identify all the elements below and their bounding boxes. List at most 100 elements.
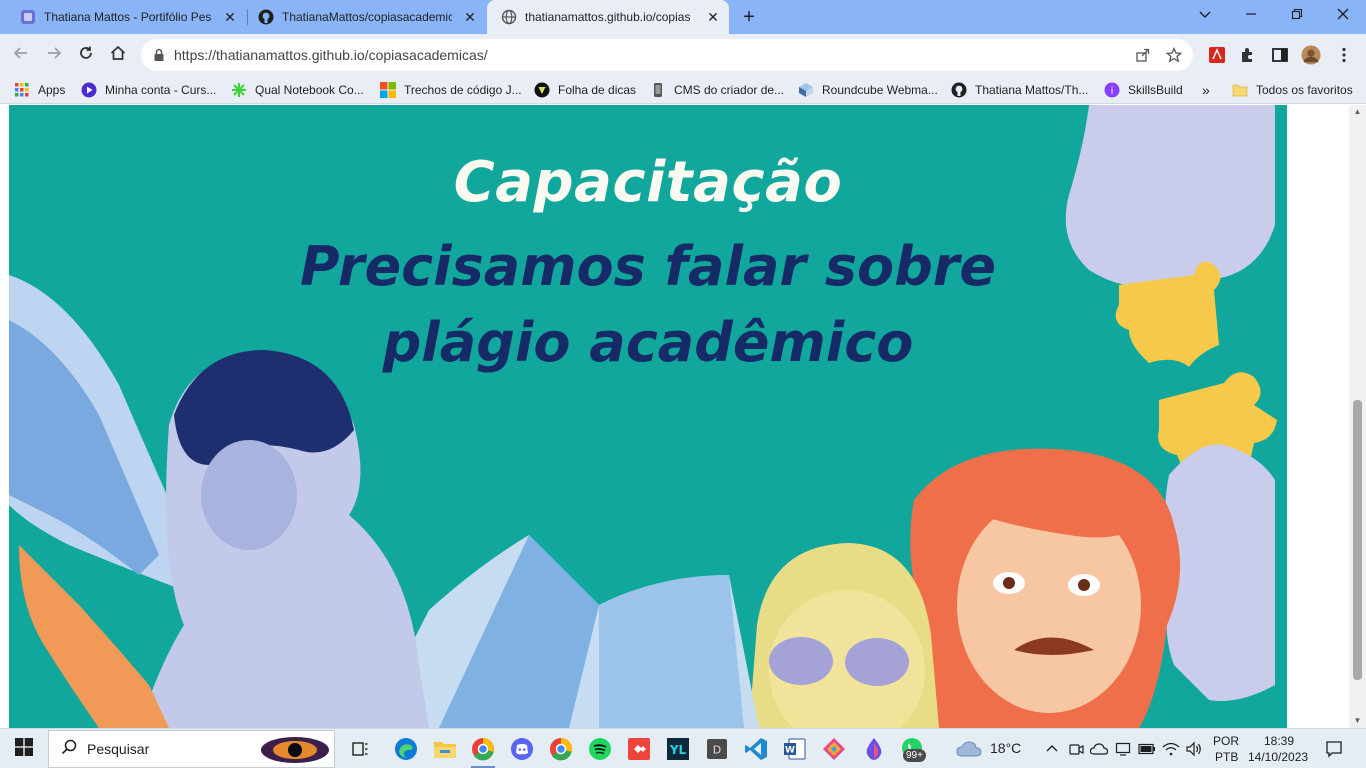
back-button[interactable] xyxy=(8,42,34,68)
address-bar[interactable]: https://thatianamattos.github.io/copiasa… xyxy=(141,39,1193,71)
extensions-puzzle-icon[interactable] xyxy=(1238,45,1258,65)
notifications-icon[interactable] xyxy=(1320,735,1348,763)
cube-icon xyxy=(798,82,814,98)
input-language-bottom[interactable]: PTB xyxy=(1215,750,1238,764)
windows-grid-icon xyxy=(380,82,396,98)
clock-date[interactable]: 14/10/2023 xyxy=(1248,750,1308,764)
file-explorer-icon[interactable] xyxy=(431,735,459,763)
bookmark-roundcube[interactable]: Roundcube Webma... xyxy=(798,82,938,98)
bookmark-star-icon[interactable] xyxy=(1165,46,1183,65)
folder-icon xyxy=(1232,82,1248,98)
portfolio-favicon-icon xyxy=(20,9,36,25)
browser-menu-icon[interactable] xyxy=(1334,45,1354,65)
volume-icon[interactable] xyxy=(1180,735,1208,763)
new-tab-button[interactable]: + xyxy=(737,5,761,29)
yl-app-icon[interactable]: YL xyxy=(664,735,692,763)
tab-portfolio[interactable]: Thatiana Mattos - Portifólio Pes ✕ xyxy=(6,0,246,34)
d-app-icon[interactable]: D xyxy=(703,735,731,763)
svg-text:W: W xyxy=(785,746,795,756)
minimize-button[interactable] xyxy=(1228,0,1274,30)
bookmark-minha-conta[interactable]: Minha conta - Curs... xyxy=(81,82,216,98)
banner-kicker: Capacitação xyxy=(453,150,843,215)
lock-icon[interactable] xyxy=(152,48,166,62)
reload-button[interactable] xyxy=(73,42,99,68)
clock-time[interactable]: 18:39 xyxy=(1264,734,1294,748)
arrow-left-icon xyxy=(13,45,29,66)
task-view-icon[interactable] xyxy=(346,735,374,763)
home-button[interactable] xyxy=(105,42,131,68)
chrome-icon[interactable] xyxy=(547,735,575,763)
hero-banner: Capacitação Precisamos falar sobre plági… xyxy=(9,105,1287,728)
bookmark-skillsbuild[interactable]: i SkillsBuild xyxy=(1104,82,1183,98)
github-icon xyxy=(951,82,967,98)
weather-cloud-icon[interactable] xyxy=(955,735,983,763)
chrome-profile-icon[interactable] xyxy=(469,735,497,763)
close-window-button[interactable] xyxy=(1320,0,1366,30)
globe-icon xyxy=(501,9,517,25)
tab-title: ThatianaMattos/copiasacademic xyxy=(282,10,452,24)
bookmark-folha-dicas[interactable]: Folha de dicas xyxy=(534,82,636,98)
start-button[interactable] xyxy=(10,735,38,763)
weather-temperature[interactable]: 18°C xyxy=(990,740,1021,756)
svg-text:i: i xyxy=(1111,86,1114,97)
search-placeholder: Pesquisar xyxy=(87,741,150,757)
arrow-right-icon xyxy=(46,45,62,66)
bookmark-label: Thatiana Mattos/Th... xyxy=(975,83,1089,97)
close-tab-icon[interactable]: ✕ xyxy=(705,9,721,25)
chevron-down-icon xyxy=(1199,7,1211,23)
word-icon[interactable]: W xyxy=(781,735,809,763)
bookmark-label: Trechos de código J... xyxy=(404,83,522,97)
bookmark-label: Apps xyxy=(38,83,66,97)
tab-title: thatianamattos.github.io/copias xyxy=(525,10,691,24)
vscode-icon[interactable] xyxy=(742,735,770,763)
restore-button[interactable] xyxy=(1274,0,1320,30)
vertical-scrollbar[interactable]: ▲ ▼ xyxy=(1349,105,1366,728)
share-icon[interactable] xyxy=(1134,47,1152,65)
close-icon xyxy=(1337,7,1349,23)
apps-grid-icon xyxy=(14,82,30,98)
avatar[interactable] xyxy=(1301,45,1321,65)
close-tab-icon[interactable]: ✕ xyxy=(462,9,478,25)
bookmark-cms-criador[interactable]: CMS do criador de... xyxy=(650,82,784,98)
all-bookmarks-folder[interactable]: Todos os favoritos xyxy=(1232,82,1353,98)
search-icon xyxy=(61,739,77,760)
bookmark-label: Folha de dicas xyxy=(558,83,637,97)
taskbar-search[interactable]: Pesquisar xyxy=(48,730,335,768)
bookmark-thatiana-github[interactable]: Thatiana Mattos/Th... xyxy=(951,82,1088,98)
tab-active-page[interactable]: thatianamattos.github.io/copias ✕ xyxy=(487,0,729,34)
svg-text:D: D xyxy=(713,744,721,757)
browser-toolbar: https://thatianamattos.github.io/copiasa… xyxy=(0,34,1366,76)
bookmark-label: CMS do criador de... xyxy=(674,83,785,97)
edge-icon[interactable] xyxy=(392,735,420,763)
bookmark-trechos-codigo[interactable]: Trechos de código J... xyxy=(380,82,522,98)
search-highlight-icon xyxy=(259,735,331,768)
bookmark-label: Qual Notebook Co... xyxy=(255,83,364,97)
skillsbuild-icon: i xyxy=(1104,82,1120,98)
url-text[interactable]: https://thatianamattos.github.io/copiasa… xyxy=(174,47,488,63)
bookmark-label: Roundcube Webma... xyxy=(822,83,938,97)
bookmark-apps[interactable]: Apps xyxy=(14,82,65,98)
color-drop-icon[interactable] xyxy=(860,735,888,763)
git-icon[interactable] xyxy=(820,735,848,763)
bookmark-label: Minha conta - Curs... xyxy=(105,83,217,97)
tab-github-repo[interactable]: ThatianaMattos/copiasacademic ✕ xyxy=(244,0,486,34)
scrollbar-thumb[interactable] xyxy=(1353,400,1362,680)
star-burst-icon xyxy=(231,82,247,98)
acrobat-extension-icon[interactable] xyxy=(1207,45,1227,65)
bookmarks-overflow-button[interactable]: » xyxy=(1202,82,1210,98)
close-tab-icon[interactable]: ✕ xyxy=(222,9,238,25)
page-viewport: Capacitação Precisamos falar sobre plági… xyxy=(0,105,1366,728)
shield-icon xyxy=(534,82,550,98)
side-panel-icon[interactable] xyxy=(1270,45,1290,65)
reload-icon xyxy=(78,45,94,66)
forward-button[interactable] xyxy=(41,42,67,68)
input-language-top[interactable]: POR xyxy=(1213,734,1239,748)
anydesk-icon[interactable] xyxy=(625,735,653,763)
bookmark-qual-notebook[interactable]: Qual Notebook Co... xyxy=(231,82,364,98)
tab-title: Thatiana Mattos - Portifólio Pes xyxy=(44,10,212,24)
tab-search-button[interactable] xyxy=(1182,0,1228,30)
spotify-icon[interactable] xyxy=(586,735,614,763)
scroll-down-arrow[interactable]: ▼ xyxy=(1349,714,1366,728)
discord-icon[interactable] xyxy=(508,735,536,763)
scroll-up-arrow[interactable]: ▲ xyxy=(1349,105,1366,119)
